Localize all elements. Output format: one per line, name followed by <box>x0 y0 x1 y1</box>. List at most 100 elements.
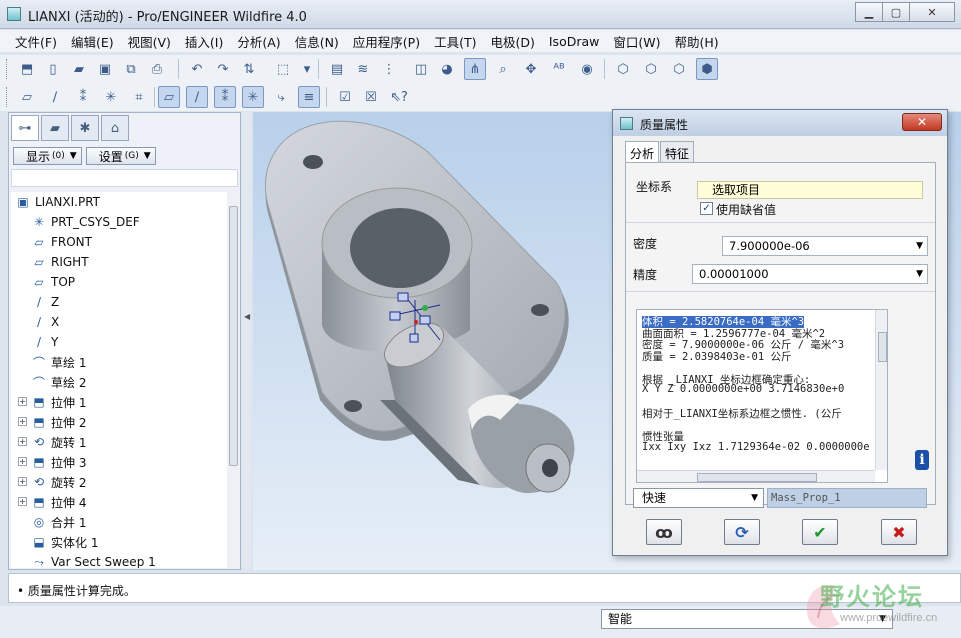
analysis-mode-combo[interactable]: 快速 ▼ <box>633 488 764 508</box>
csys-select-field[interactable]: 选取项目 <box>697 181 923 199</box>
settings-dropdown[interactable]: 设置 (G) ▼ <box>85 147 156 165</box>
menu-applications[interactable]: 应用程序(P) <box>346 32 427 51</box>
zoom-icon[interactable]: ⌕ <box>492 58 514 80</box>
tree-item[interactable]: ∕ Z <box>31 292 59 312</box>
print-icon[interactable]: ⎙ <box>146 58 168 80</box>
expand-icon[interactable]: + <box>18 477 27 486</box>
results-vscroll-thumb[interactable] <box>878 332 887 362</box>
info-icon[interactable]: i <box>915 450 929 470</box>
tree-item[interactable]: + ⬒ 拉伸 1 <box>18 392 86 412</box>
curve-tool-icon[interactable]: ≡ <box>298 86 320 108</box>
point-display-icon[interactable]: ⁑ <box>72 86 94 108</box>
menu-tools[interactable]: 工具(T) <box>427 32 483 51</box>
minimize-button[interactable]: ▁ <box>855 2 883 22</box>
folder-browser-tab-icon[interactable]: ▰ <box>41 115 69 141</box>
tree-item[interactable]: ⤳ Var Sect Sweep 1 <box>31 552 156 569</box>
expand-icon[interactable]: + <box>18 397 27 406</box>
menu-insert[interactable]: 插入(I) <box>178 32 230 51</box>
tree-item[interactable]: ∕ Y <box>31 332 58 352</box>
tree-item[interactable]: ∕ X <box>31 312 59 332</box>
spin-center-icon[interactable]: ✥ <box>520 58 542 80</box>
help-pointer-icon[interactable]: ⇖? <box>388 86 410 108</box>
repeat-button[interactable]: ⟳ <box>724 519 760 545</box>
tree-item[interactable]: + ⟲ 旋转 1 <box>18 432 86 452</box>
tree-item[interactable]: ⌒ 草绘 1 <box>31 352 86 372</box>
results-hscroll[interactable] <box>637 470 875 482</box>
tree-item[interactable]: + ⬒ 拉伸 4 <box>18 492 86 512</box>
collapse-left-icon[interactable]: ◀ <box>244 312 250 321</box>
analysis-name-field[interactable]: Mass_Prop_1 <box>767 488 927 508</box>
new-icon[interactable]: ⬒ <box>16 58 38 80</box>
reorient-icon[interactable]: ◫ <box>410 58 432 80</box>
tree-item[interactable]: + ⟲ 旋转 2 <box>18 472 86 492</box>
expand-icon[interactable]: + <box>18 437 27 446</box>
view-manager-icon[interactable]: ◉ <box>576 58 598 80</box>
close-window-button[interactable]: ✕ <box>909 2 955 22</box>
expand-icon[interactable]: + <box>18 497 27 506</box>
chevron-down-icon[interactable]: ▾ <box>296 58 318 80</box>
maximize-button[interactable]: ▢ <box>882 2 910 22</box>
saved-view-icon[interactable]: ▤ <box>326 58 348 80</box>
tab-analysis[interactable]: 分析 <box>625 141 660 163</box>
expand-icon[interactable]: + <box>18 457 27 466</box>
results-hscroll-thumb[interactable] <box>697 473 817 482</box>
annotation-icon[interactable]: ᴬᴮ <box>548 58 570 80</box>
menu-file[interactable]: 文件(F) <box>8 32 64 51</box>
results-text-area[interactable]: 体积 = 2.5820764e-04 毫米^3 曲面面积 = 1.2596777e… <box>636 309 888 483</box>
menu-analysis[interactable]: 分析(A) <box>230 32 287 51</box>
open-folder-icon[interactable]: ▰ <box>68 58 90 80</box>
favorites-tab-icon[interactable]: ✱ <box>71 115 99 141</box>
datum-csys-tool-icon[interactable]: ✳ <box>242 86 264 108</box>
tree-root-item[interactable]: ▣ LIANXI.PRT <box>15 192 100 212</box>
wireframe-icon[interactable]: ⬡ <box>612 58 634 80</box>
menu-edit[interactable]: 编辑(E) <box>64 32 121 51</box>
save-copy-icon[interactable]: ⧉ <box>120 58 142 80</box>
dialog-title-bar[interactable]: 质量属性 ✕ <box>613 110 947 136</box>
datum-display-icon[interactable]: ⋔ <box>464 58 486 80</box>
select-box-icon[interactable]: ⬚ <box>272 58 294 80</box>
panel-splitter[interactable]: ◀ <box>243 112 251 570</box>
redo-icon[interactable]: ↷ <box>212 58 234 80</box>
create-file-icon[interactable]: ▯ <box>42 58 64 80</box>
tree-item[interactable]: + ⬒ 拉伸 2 <box>18 412 86 432</box>
tree-scrollbar[interactable] <box>228 192 239 568</box>
axis-display-icon[interactable]: ∕ <box>44 86 66 108</box>
menu-window[interactable]: 窗口(W) <box>606 32 667 51</box>
tree-item[interactable]: ▱ TOP <box>31 272 75 292</box>
menu-electrode[interactable]: 电极(D) <box>483 32 541 51</box>
tree-item[interactable]: ✳ PRT_CSYS_DEF <box>31 212 140 232</box>
datum-axis-tool-icon[interactable]: ∕ <box>186 86 208 108</box>
show-dropdown[interactable]: 显示 (0) ▼ <box>13 147 82 165</box>
regenerate-icon[interactable]: ⇅ <box>238 58 260 80</box>
toolbar-grip[interactable] <box>6 87 9 107</box>
datum-plane-tool-icon[interactable]: ▱ <box>158 86 180 108</box>
results-vscroll[interactable] <box>875 310 887 470</box>
sketch-tool-icon[interactable]: ⤷ <box>270 86 292 108</box>
no-hidden-icon[interactable]: ⬡ <box>668 58 690 80</box>
dialog-close-button[interactable]: ✕ <box>902 113 942 131</box>
appearance-icon[interactable]: ◕ <box>436 58 458 80</box>
tab-feature[interactable]: 特征 <box>660 141 695 162</box>
close-icon[interactable]: ☒ <box>360 86 382 108</box>
model-tree-icon[interactable]: ⋮ <box>378 58 400 80</box>
layers-icon[interactable]: ≋ <box>352 58 374 80</box>
ok-button[interactable]: ✔ <box>802 519 838 545</box>
tree-item[interactable]: + ⬒ 拉伸 3 <box>18 452 86 472</box>
use-default-checkbox[interactable]: ✓ <box>700 202 713 215</box>
tree-item[interactable]: ▱ FRONT <box>31 232 92 252</box>
tree-item[interactable]: ◎ 合并 1 <box>31 512 87 532</box>
csys-display-icon[interactable]: ✳ <box>100 86 122 108</box>
datum-point-tool-icon[interactable]: ⁑ <box>214 86 236 108</box>
menu-isodraw[interactable]: IsoDraw <box>542 34 607 49</box>
menu-help[interactable]: 帮助(H) <box>668 32 726 51</box>
tree-item[interactable]: ⌒ 草绘 2 <box>31 372 86 392</box>
hidden-line-icon[interactable]: ⬡ <box>640 58 662 80</box>
model-tree-tab-icon[interactable]: ⊶ <box>11 115 39 141</box>
checkmark-icon[interactable]: ☑ <box>334 86 356 108</box>
cancel-button[interactable]: ✖ <box>881 519 917 545</box>
tree-item[interactable]: ⬓ 实体化 1 <box>31 532 98 552</box>
preview-button[interactable]: ꝏ <box>646 519 682 545</box>
undo-icon[interactable]: ↶ <box>186 58 208 80</box>
menu-view[interactable]: 视图(V) <box>121 32 178 51</box>
tree-item[interactable]: ▱ RIGHT <box>31 252 88 272</box>
